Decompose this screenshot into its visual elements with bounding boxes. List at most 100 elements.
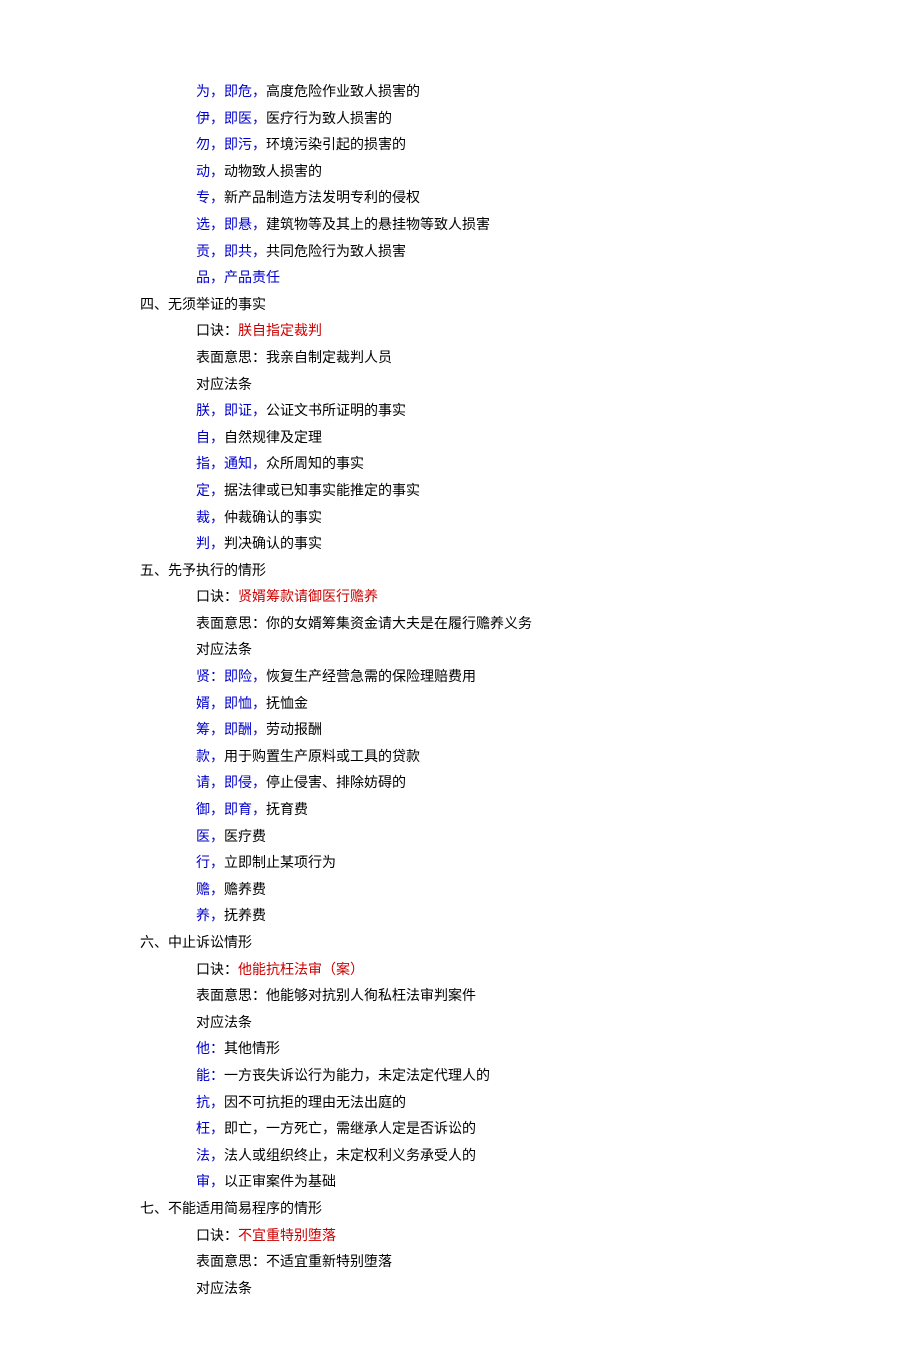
item-key: 筹，即酬， bbox=[196, 723, 266, 738]
list-item: 定，据法律或已知事实能推定的事实 bbox=[140, 479, 860, 506]
item-text: 抚育费 bbox=[266, 803, 308, 818]
item-key: 请，即侵， bbox=[196, 776, 266, 791]
item-key: 款， bbox=[196, 750, 224, 765]
mnemonic-line: 口诀：贤婿筹款请御医行赡养 bbox=[140, 585, 860, 612]
item-key: 选，即悬， bbox=[196, 218, 266, 233]
item-key: 他： bbox=[196, 1042, 224, 1057]
list-item: 行，立即制止某项行为 bbox=[140, 851, 860, 878]
list-item: 赡，赡养费 bbox=[140, 878, 860, 905]
item-text: 法人或组织终止，未定权利义务承受人的 bbox=[224, 1149, 476, 1164]
item-key: 枉， bbox=[196, 1122, 224, 1137]
section-heading: 五、先予执行的情形 bbox=[140, 564, 266, 579]
list-item: 法，法人或组织终止，未定权利义务承受人的 bbox=[140, 1144, 860, 1171]
item-text: 抚养费 bbox=[224, 909, 266, 924]
list-item: 医，医疗费 bbox=[140, 825, 860, 852]
list-item: 御，即育，抚育费 bbox=[140, 798, 860, 825]
item-text: 共同危险行为致人损害 bbox=[266, 245, 406, 260]
list-item: 判，判决确认的事实 bbox=[140, 532, 860, 559]
list-item: 请，即侵，停止侵害、排除妨碍的 bbox=[140, 771, 860, 798]
item-text: 停止侵害、排除妨碍的 bbox=[266, 776, 406, 791]
section-heading: 七、不能适用简易程序的情形 bbox=[140, 1202, 322, 1217]
section-heading-line: 七、不能适用简易程序的情形 bbox=[140, 1197, 860, 1224]
item-key: 行， bbox=[196, 856, 224, 871]
item-key: 品，产品责任 bbox=[196, 271, 280, 286]
item-text: 建筑物等及其上的悬挂物等致人损害 bbox=[266, 218, 490, 233]
mnemonic-label: 口诀： bbox=[196, 324, 238, 339]
list-item: 伊，即医，医疗行为致人损害的 bbox=[140, 107, 860, 134]
item-text: 抚恤金 bbox=[266, 697, 308, 712]
item-text: 公证文书所证明的事实 bbox=[266, 404, 406, 419]
item-text: 动物致人损害的 bbox=[224, 165, 322, 180]
mnemonic-line: 口诀：他能抗枉法审（案） bbox=[140, 958, 860, 985]
item-key: 指，通知， bbox=[196, 457, 266, 472]
item-text: 用于购置生产原料或工具的贷款 bbox=[224, 750, 420, 765]
item-key: 审， bbox=[196, 1175, 224, 1190]
correspond-line: 对应法条 bbox=[140, 373, 860, 400]
list-item: 贤：即险，恢复生产经营急需的保险理赔费用 bbox=[140, 665, 860, 692]
list-item: 裁，仲裁确认的事实 bbox=[140, 506, 860, 533]
item-text: 赡养费 bbox=[224, 883, 266, 898]
correspond-line: 对应法条 bbox=[140, 1277, 860, 1304]
item-key: 能： bbox=[196, 1069, 224, 1084]
meaning-line: 表面意思：我亲自制定裁判人员 bbox=[140, 346, 860, 373]
item-text: 据法律或已知事实能推定的事实 bbox=[224, 484, 420, 499]
section-heading: 六、中止诉讼情形 bbox=[140, 936, 252, 951]
item-text: 恢复生产经营急需的保险理赔费用 bbox=[266, 670, 476, 685]
item-key: 专， bbox=[196, 191, 224, 206]
meaning: 你的女婿筹集资金请大夫是在履行赡养义务 bbox=[266, 617, 532, 632]
mnemonic: 朕自指定裁判 bbox=[238, 324, 322, 339]
correspond-label: 对应法条 bbox=[196, 378, 252, 393]
item-text: 劳动报酬 bbox=[266, 723, 322, 738]
item-text: 高度危险作业致人损害的 bbox=[266, 85, 420, 100]
item-text: 立即制止某项行为 bbox=[224, 856, 336, 871]
item-key: 判， bbox=[196, 537, 224, 552]
item-key: 为，即危， bbox=[196, 85, 266, 100]
item-key: 勿，即污， bbox=[196, 138, 266, 153]
item-text: 众所周知的事实 bbox=[266, 457, 364, 472]
item-text: 医疗行为致人损害的 bbox=[266, 112, 392, 127]
section-heading-line: 六、中止诉讼情形 bbox=[140, 931, 860, 958]
list-item: 审，以正审案件为基础 bbox=[140, 1170, 860, 1197]
meaning: 我亲自制定裁判人员 bbox=[266, 351, 392, 366]
list-item: 选，即悬，建筑物等及其上的悬挂物等致人损害 bbox=[140, 213, 860, 240]
item-key: 贤：即险， bbox=[196, 670, 266, 685]
mnemonic-line: 口诀：不宜重特别堕落 bbox=[140, 1224, 860, 1251]
list-item: 款，用于购置生产原料或工具的贷款 bbox=[140, 745, 860, 772]
list-item: 贡，即共，共同危险行为致人损害 bbox=[140, 240, 860, 267]
list-item: 养，抚养费 bbox=[140, 904, 860, 931]
section-heading-line: 四、无须举证的事实 bbox=[140, 293, 860, 320]
mnemonic-line: 口诀：朕自指定裁判 bbox=[140, 319, 860, 346]
correspond-label: 对应法条 bbox=[196, 1016, 252, 1031]
list-item: 动，动物致人损害的 bbox=[140, 160, 860, 187]
item-key: 裁， bbox=[196, 511, 224, 526]
meaning: 不适宜重新特别堕落 bbox=[266, 1255, 392, 1270]
list-item: 他：其他情形 bbox=[140, 1037, 860, 1064]
item-key: 抗， bbox=[196, 1096, 224, 1111]
list-item: 品，产品责任 bbox=[140, 266, 860, 293]
list-item: 婿，即恤，抚恤金 bbox=[140, 692, 860, 719]
item-key: 婿，即恤， bbox=[196, 697, 266, 712]
mnemonic-label: 口诀： bbox=[196, 1229, 238, 1244]
list-item: 朕，即证，公证文书所证明的事实 bbox=[140, 399, 860, 426]
item-text: 新产品制造方法发明专利的侵权 bbox=[224, 191, 420, 206]
meaning-label: 表面意思： bbox=[196, 351, 266, 366]
mnemonic-label: 口诀： bbox=[196, 963, 238, 978]
list-item: 筹，即酬，劳动报酬 bbox=[140, 718, 860, 745]
correspond-label: 对应法条 bbox=[196, 643, 252, 658]
meaning-label: 表面意思： bbox=[196, 1255, 266, 1270]
meaning-line: 表面意思：不适宜重新特别堕落 bbox=[140, 1250, 860, 1277]
item-key: 养， bbox=[196, 909, 224, 924]
item-text: 以正审案件为基础 bbox=[224, 1175, 336, 1190]
correspond-line: 对应法条 bbox=[140, 638, 860, 665]
item-key: 御，即育， bbox=[196, 803, 266, 818]
item-key: 赡， bbox=[196, 883, 224, 898]
meaning: 他能够对抗别人徇私枉法审判案件 bbox=[266, 989, 476, 1004]
item-key: 法， bbox=[196, 1149, 224, 1164]
item-text: 判决确认的事实 bbox=[224, 537, 322, 552]
meaning-line: 表面意思：你的女婿筹集资金请大夫是在履行赡养义务 bbox=[140, 612, 860, 639]
item-key: 自， bbox=[196, 431, 224, 446]
correspond-label: 对应法条 bbox=[196, 1282, 252, 1297]
item-key: 朕，即证， bbox=[196, 404, 266, 419]
item-key: 动， bbox=[196, 165, 224, 180]
item-text: 即亡，一方死亡，需继承人定是否诉讼的 bbox=[224, 1122, 476, 1137]
